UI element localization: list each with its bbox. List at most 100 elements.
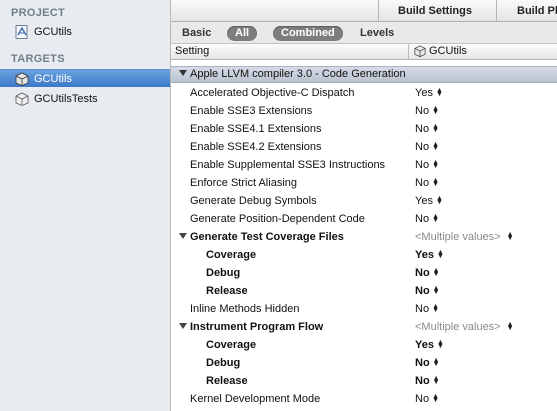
section-title: Apple LLVM compiler 3.0 - Code Generatio… xyxy=(179,68,406,80)
setting-row[interactable]: Accelerated Objective-C Dispatch Yes ▲ ▼ xyxy=(171,84,557,102)
filter-levels[interactable]: Levels xyxy=(360,26,394,41)
setting-value-popup[interactable]: No ▲ ▼ xyxy=(415,177,439,189)
setting-name: Inline Methods Hidden xyxy=(190,303,300,315)
setting-value-popup[interactable]: Yes ▲ ▼ xyxy=(415,195,443,207)
setting-row-config[interactable]: Debug No ▲ ▼ xyxy=(171,264,557,282)
setting-value: No xyxy=(415,357,430,369)
setting-value: No xyxy=(415,393,430,405)
popup-arrows-icon: ▲ ▼ xyxy=(432,123,439,134)
tab-build-phases[interactable]: Build Ph xyxy=(517,5,557,17)
setting-name: Accelerated Objective-C Dispatch xyxy=(190,87,355,99)
setting-value: No xyxy=(415,105,430,117)
config-name: Debug xyxy=(206,267,241,279)
disclosure-triangle-icon xyxy=(179,70,187,76)
setting-value-popup[interactable]: No ▲ ▼ xyxy=(415,159,439,171)
setting-value-popup[interactable]: No ▲ ▼ xyxy=(415,357,440,369)
setting-name: Enable SSE4.2 Extensions xyxy=(190,141,322,153)
setting-value-popup[interactable]: Yes ▲ ▼ xyxy=(415,87,443,99)
section-header-code-generation[interactable]: Apple LLVM compiler 3.0 - Code Generatio… xyxy=(171,66,557,83)
setting-value-popup[interactable]: <Multiple values> ▲ ▼ xyxy=(415,321,514,333)
setting-value-popup[interactable]: No ▲ ▼ xyxy=(415,123,439,135)
setting-value-popup[interactable]: No ▲ ▼ xyxy=(415,303,439,315)
popup-arrows-icon: ▲ ▼ xyxy=(435,195,443,206)
tab-build-settings[interactable]: Build Settings xyxy=(398,5,472,17)
setting-row-config[interactable]: Debug No ▲ ▼ xyxy=(171,354,557,372)
project-item-label: GCUtils xyxy=(34,26,72,38)
setting-value: <Multiple values> xyxy=(415,321,501,333)
setting-name: Generate Debug Symbols xyxy=(190,195,317,207)
filter-basic[interactable]: Basic xyxy=(182,26,211,41)
setting-value: No xyxy=(415,123,430,135)
setting-row[interactable]: Enable SSE4.2 Extensions No ▲ ▼ xyxy=(171,138,557,156)
setting-column-label[interactable]: Setting xyxy=(175,45,209,57)
popup-arrows-icon: ▲ ▼ xyxy=(432,105,439,116)
setting-value-popup[interactable]: No ▲ ▼ xyxy=(415,141,439,153)
setting-value: Yes xyxy=(415,87,433,99)
setting-row-config[interactable]: Coverage Yes ▲ ▼ xyxy=(171,246,557,264)
setting-row[interactable]: Kernel Development Mode No ▲ ▼ xyxy=(171,390,557,408)
target-item-label: GCUtilsTests xyxy=(34,93,98,105)
setting-value: No xyxy=(415,267,430,279)
setting-row[interactable]: Enable SSE4.1 Extensions No ▲ ▼ xyxy=(171,120,557,138)
setting-value-popup[interactable]: Yes ▲ ▼ xyxy=(415,339,444,351)
setting-row-config[interactable]: Release No ▲ ▼ xyxy=(171,282,557,300)
project-item-gcutils[interactable]: GCUtils xyxy=(0,23,170,41)
popup-arrows-icon: ▲ ▼ xyxy=(432,177,439,188)
popup-arrows-icon: ▲ ▼ xyxy=(432,303,439,314)
project-navigator-sidebar: PROJECT GCUtils TARGETS GCUtils GCUtilsT… xyxy=(0,0,171,411)
setting-value-popup[interactable]: No ▲ ▼ xyxy=(415,213,439,225)
setting-value-popup[interactable]: No ▲ ▼ xyxy=(415,375,440,387)
setting-value-popup[interactable]: No ▲ ▼ xyxy=(415,393,439,405)
target-item-label: GCUtils xyxy=(34,72,72,85)
setting-row-config[interactable]: Release No ▲ ▼ xyxy=(171,372,557,390)
setting-row[interactable]: Enable SSE3 Extensions No ▲ ▼ xyxy=(171,102,557,120)
setting-value-popup[interactable]: No ▲ ▼ xyxy=(415,105,439,117)
setting-value: No xyxy=(415,285,430,297)
config-name: Coverage xyxy=(206,339,257,351)
setting-row[interactable]: Generate Debug Symbols Yes ▲ ▼ xyxy=(171,192,557,210)
setting-row[interactable]: Enable Supplemental SSE3 Instructions No… xyxy=(171,156,557,174)
setting-value: No xyxy=(415,213,430,225)
popup-arrows-icon: ▲ ▼ xyxy=(432,141,439,152)
setting-value: Yes xyxy=(415,249,434,261)
setting-value-popup[interactable]: <Multiple values> ▲ ▼ xyxy=(415,231,514,243)
popup-arrows-icon: ▲ ▼ xyxy=(436,339,444,350)
setting-name: Kernel Development Mode xyxy=(190,393,321,405)
target-column-label[interactable]: GCUtils xyxy=(414,45,467,57)
setting-name: Enable SSE4.1 Extensions xyxy=(190,123,322,135)
setting-name: Instrument Program Flow xyxy=(190,321,324,333)
setting-row[interactable]: Enforce Strict Aliasing No ▲ ▼ xyxy=(171,174,557,192)
tab-divider xyxy=(378,0,379,22)
setting-value: No xyxy=(415,177,430,189)
setting-row-config[interactable]: Coverage Yes ▲ ▼ xyxy=(171,336,557,354)
popup-arrows-icon: ▲ ▼ xyxy=(432,285,440,296)
popup-arrows-icon: ▲ ▼ xyxy=(435,87,443,98)
setting-value: No xyxy=(415,159,430,171)
setting-row-expandable[interactable]: Generate Test Coverage Files <Multiple v… xyxy=(171,228,557,246)
popup-arrows-icon: ▲ ▼ xyxy=(506,231,514,242)
setting-name: Enable Supplemental SSE3 Instructions xyxy=(190,159,386,171)
config-name: Release xyxy=(206,375,248,387)
target-item-gcutils[interactable]: GCUtils xyxy=(0,69,170,87)
setting-row[interactable]: Generate Position-Dependent Code No ▲ ▼ xyxy=(171,210,557,228)
setting-row-expandable[interactable]: Instrument Program Flow <Multiple values… xyxy=(171,318,557,336)
filter-combined[interactable]: Combined xyxy=(273,26,343,41)
setting-name: Generate Position-Dependent Code xyxy=(190,213,365,225)
disclosure-triangle-icon[interactable] xyxy=(179,323,187,329)
setting-value-popup[interactable]: No ▲ ▼ xyxy=(415,285,440,297)
disclosure-triangle-icon[interactable] xyxy=(179,233,187,239)
static-library-target-icon xyxy=(414,45,426,57)
setting-name: Enforce Strict Aliasing xyxy=(190,177,297,189)
section-title-text: Apple LLVM compiler 3.0 - Code Generatio… xyxy=(190,68,406,80)
popup-arrows-icon: ▲ ▼ xyxy=(506,321,514,332)
setting-value: No xyxy=(415,375,430,387)
setting-row[interactable]: Inline Methods Hidden No ▲ ▼ xyxy=(171,300,557,318)
filter-all[interactable]: All xyxy=(227,26,258,41)
setting-value-popup[interactable]: Yes ▲ ▼ xyxy=(415,249,444,261)
target-item-gcutilstests[interactable]: GCUtilsTests xyxy=(0,90,170,108)
setting-value-popup[interactable]: No ▲ ▼ xyxy=(415,267,440,279)
popup-arrows-icon: ▲ ▼ xyxy=(432,393,439,404)
popup-arrows-icon: ▲ ▼ xyxy=(432,267,440,278)
test-bundle-target-icon xyxy=(15,92,30,106)
setting-value: <Multiple values> xyxy=(415,231,501,243)
